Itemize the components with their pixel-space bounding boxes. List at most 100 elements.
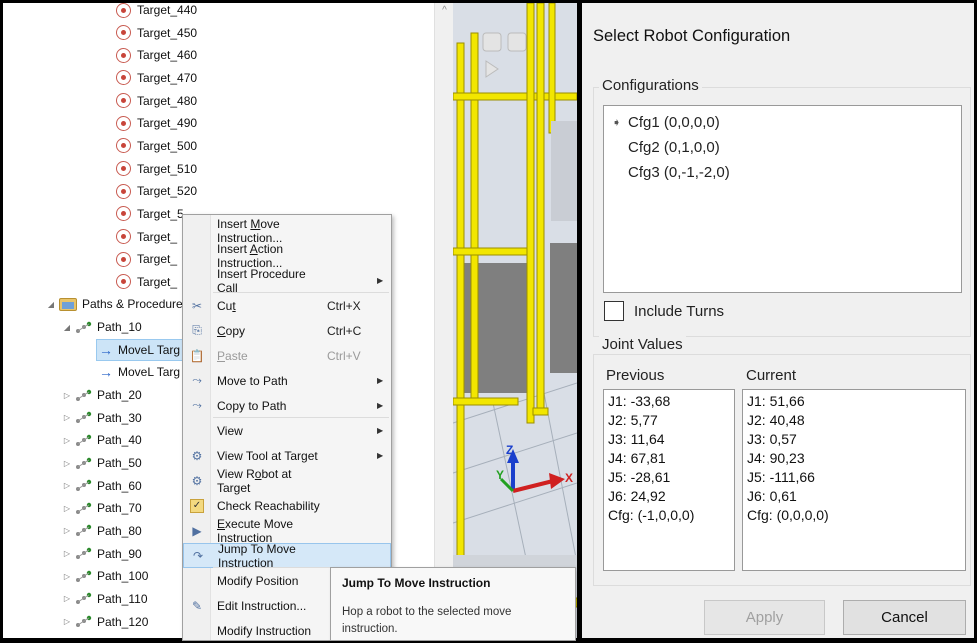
collapsed-chevron-icon[interactable]: ▷	[62, 526, 72, 535]
tree-movel-row-selected[interactable]: →MoveL Targ	[96, 339, 196, 361]
tree-target-row[interactable]: Target_	[116, 271, 177, 293]
tree-path-row[interactable]: ▷Path_30	[62, 407, 142, 429]
target-label: Target_510	[137, 162, 197, 176]
tree-path-row[interactable]: ▷Path_100	[62, 565, 148, 587]
previous-joint-value: J1: -33,68	[608, 392, 730, 411]
apply-button[interactable]: Apply	[704, 600, 825, 635]
menu-item-jump-to-move-instruction[interactable]: ↷Jump To Move Instruction	[183, 543, 391, 568]
menu-item-label: Copy to Path	[211, 399, 327, 413]
menu-item-copy-to-path[interactable]: ⤳Copy to Path▶	[183, 393, 391, 418]
menu-item-insert-move-instruction[interactable]: Insert Move Instruction...	[183, 218, 391, 243]
tooltip: Jump To Move Instruction Hop a robot to …	[330, 567, 576, 641]
menu-item-label: Insert Move Instruction...	[211, 217, 327, 245]
collapsed-chevron-icon[interactable]: ▷	[62, 481, 72, 490]
tree-target-row[interactable]: Target_	[116, 226, 177, 248]
previous-joint-value: J6: 24,92	[608, 487, 730, 506]
current-label: Current	[746, 367, 796, 384]
tree-path-row[interactable]: ◢ Path_10	[62, 316, 142, 338]
tree-target-row[interactable]: Target_450	[116, 22, 197, 44]
tree-target-row[interactable]: Target_460	[116, 44, 197, 66]
tree-target-row[interactable]: Target_	[116, 248, 177, 270]
joint-values-label: Joint Values	[599, 336, 686, 353]
menu-item-execute-move-instruction[interactable]: ▶Execute Move Instruction	[183, 518, 391, 543]
collapsed-chevron-icon[interactable]: ▷	[62, 594, 72, 603]
tree-paths-folder[interactable]: ◢Paths & Procedure	[46, 293, 183, 315]
target-icon	[116, 274, 131, 289]
tree-target-row[interactable]: Target_500	[116, 135, 197, 157]
tree-target-row[interactable]: Target_510	[116, 158, 197, 180]
path-label: Path_130	[97, 637, 148, 638]
expanded-chevron-icon[interactable]: ◢	[62, 323, 72, 332]
move-path-icon: ⤳	[192, 373, 202, 388]
menu-item-copy[interactable]: ⎘CopyCtrl+C	[183, 318, 391, 343]
tree-path-row[interactable]: ▷Path_20	[62, 384, 142, 406]
collapsed-chevron-icon[interactable]: ▷	[62, 413, 72, 422]
config-item-1[interactable]: ➧ Cfg1 (0,0,0,0)	[612, 114, 720, 131]
scroll-up-icon[interactable]: ^	[435, 5, 453, 16]
tree-path-row[interactable]: ▷Path_70	[62, 497, 142, 519]
menu-item-paste[interactable]: 📋PasteCtrl+V	[183, 343, 391, 368]
tree-target-row[interactable]: Target_520	[116, 180, 197, 202]
menu-item-cut[interactable]: ✂CutCtrl+X	[183, 293, 391, 318]
menu-item-view-robot-at-target[interactable]: ⚙View Robot at Target	[183, 468, 391, 493]
path-label: Path_50	[97, 456, 142, 470]
collapsed-chevron-icon[interactable]: ▷	[62, 436, 72, 445]
edit-icon: ✎	[192, 599, 202, 613]
select-robot-configuration-dialog: Select Robot Configuration Configuration…	[582, 3, 974, 638]
collapsed-chevron-icon[interactable]: ▷	[62, 391, 72, 400]
collapsed-chevron-icon[interactable]: ▷	[62, 459, 72, 468]
target-icon	[116, 70, 131, 85]
collapsed-chevron-icon[interactable]: ▷	[62, 549, 72, 558]
path-icon	[75, 547, 92, 560]
jump-icon: ↷	[193, 549, 203, 563]
scissors-icon: ✂	[192, 299, 202, 313]
checkbox-box[interactable]	[604, 301, 624, 321]
tree-scrollbar[interactable]: ^	[434, 3, 453, 638]
submenu-arrow-icon: ▶	[377, 401, 391, 410]
axis-x-label: X	[565, 471, 573, 485]
menu-item-insert-procedure-call[interactable]: Insert Procedure Call▶	[183, 268, 391, 293]
folder-icon	[59, 298, 77, 311]
target-icon	[116, 48, 131, 63]
menu-item-label: Modify Instruction	[211, 624, 327, 638]
menu-item-view-tool-at-target[interactable]: ⚙View Tool at Target▶	[183, 443, 391, 468]
3d-viewport[interactable]: Z Y X	[453, 3, 577, 638]
menu-item-move-to-path[interactable]: ⤳Move to Path▶	[183, 368, 391, 393]
tree-target-row[interactable]: Target_5	[116, 203, 184, 225]
tooltip-body: Hop a robot to the selected move instruc…	[342, 604, 564, 638]
tree-target-row[interactable]: Target_440	[116, 3, 197, 21]
menu-item-insert-action-instruction[interactable]: Insert Action Instruction...	[183, 243, 391, 268]
expanded-chevron-icon[interactable]: ◢	[46, 300, 56, 309]
tree-target-row[interactable]: Target_470	[116, 67, 197, 89]
tree-path-row[interactable]: ▷Path_60	[62, 475, 142, 497]
previous-joint-value: J4: 67,81	[608, 449, 730, 468]
tree-path-row[interactable]: ▷Path_130	[62, 633, 148, 638]
menu-item-label: View Tool at Target	[211, 449, 327, 463]
previous-joint-value: J3: 11,64	[608, 430, 730, 449]
tree-path-row[interactable]: ▷Path_80	[62, 520, 142, 542]
configurations-list[interactable]: ➧ Cfg1 (0,0,0,0) Cfg2 (0,1,0,0) Cfg3 (0,…	[603, 105, 962, 293]
cancel-button[interactable]: Cancel	[843, 600, 966, 635]
tree-path-row[interactable]: ▷Path_110	[62, 588, 148, 610]
menu-item-check-reachability[interactable]: ✓Check Reachability	[183, 493, 391, 518]
path-icon	[75, 321, 92, 334]
tree-movel-row[interactable]: →MoveL Targ	[99, 361, 180, 383]
tree-path-row[interactable]: ▷Path_90	[62, 543, 142, 565]
config-item-3[interactable]: Cfg3 (0,-1,-2,0)	[612, 164, 730, 181]
include-turns-checkbox[interactable]: Include Turns	[604, 301, 724, 321]
path-label: Path_10	[97, 320, 142, 334]
path-icon	[75, 434, 92, 447]
target-icon	[116, 138, 131, 153]
collapsed-chevron-icon[interactable]: ▷	[62, 617, 72, 626]
menu-item-label: Check Reachability	[211, 499, 327, 513]
collapsed-chevron-icon[interactable]: ▷	[62, 504, 72, 513]
tree-path-row[interactable]: ▷Path_40	[62, 429, 142, 451]
collapsed-chevron-icon[interactable]: ▷	[62, 572, 72, 581]
tree-path-row[interactable]: ▷ Path_50	[62, 452, 142, 474]
tree-target-row[interactable]: Target_490	[116, 112, 197, 134]
config-item-2[interactable]: Cfg2 (0,1,0,0)	[612, 139, 720, 156]
viewport-scene	[453, 3, 577, 638]
menu-item-view[interactable]: View▶	[183, 418, 391, 443]
tree-target-row[interactable]: Target_480	[116, 90, 197, 112]
tree-path-row[interactable]: ▷Path_120	[62, 611, 148, 633]
